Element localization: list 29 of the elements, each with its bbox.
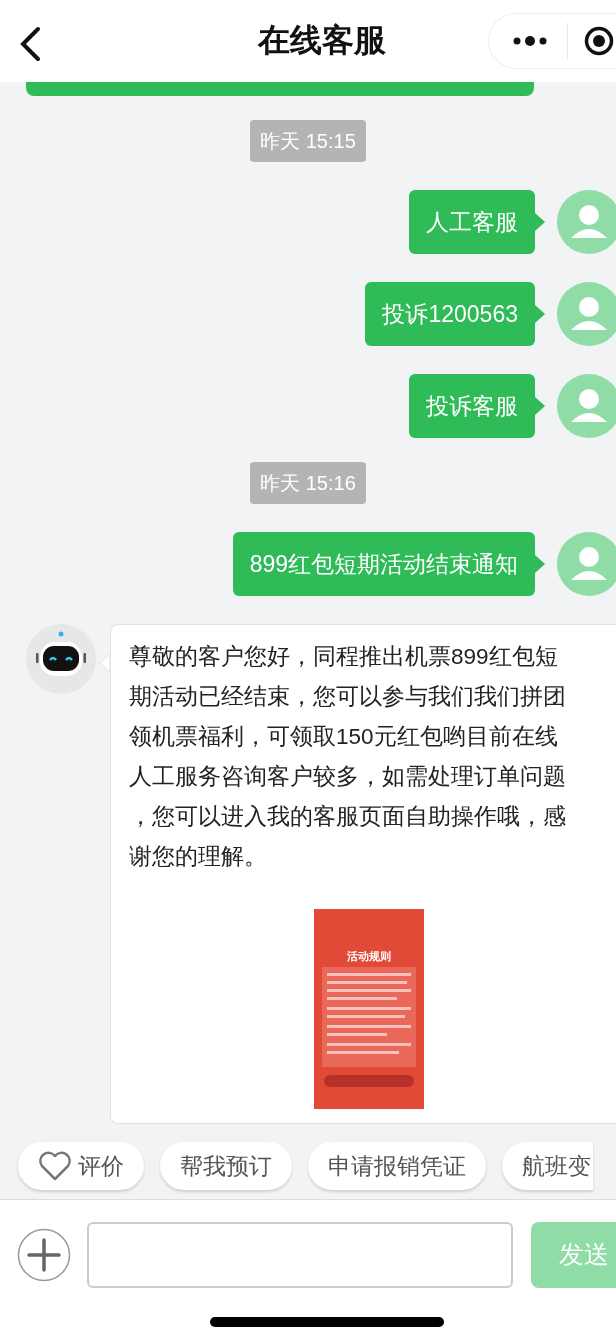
timestamp: 昨天 15:15 — [250, 120, 366, 162]
screenshot-thumbnail[interactable]: 活动规则 — [314, 891, 424, 1109]
message-bubble: 899红包短期活动结束通知 — [232, 532, 535, 596]
quick-reply-chip[interactable]: 申请报销凭证 — [308, 1142, 486, 1190]
heart-icon — [38, 1151, 72, 1181]
timestamp: 昨天 15:16 — [250, 462, 366, 504]
quick-reply-chip[interactable]: 帮我预订 — [160, 1142, 292, 1190]
avatar-icon — [557, 190, 616, 254]
bubble-tail — [535, 555, 545, 573]
more-icon[interactable] — [513, 36, 547, 46]
message-bubble: 投诉1200563 — [365, 282, 535, 346]
avatar-icon — [557, 282, 616, 346]
page-title: 在线客服 — [258, 21, 386, 60]
bubble-tail — [535, 213, 545, 231]
quick-reply-chip[interactable]: 航班变 — [502, 1142, 593, 1190]
target-icon[interactable] — [584, 26, 614, 56]
back-icon[interactable] — [18, 26, 42, 62]
plus-icon[interactable] — [17, 1228, 71, 1282]
robot-avatar-icon — [26, 624, 96, 694]
message-bubble: 投诉客服 — [409, 374, 535, 438]
bubble-tail — [535, 305, 545, 323]
message-input[interactable] — [87, 1222, 513, 1288]
message-text: 尊敬的客户您好，同程推出机票899红包短 期活动已经结束，您可以参与我们我们拼团 领机票福利，可领取150元红包哟目前在线 人工服务咨询客户较多，如需处理订单问题 ，您可以进入我的客服页面自助操作哦，感 谢您的理解。 — [129, 643, 566, 871]
quick-reply-chip[interactable]: 评价 — [18, 1142, 144, 1190]
avatar-icon — [557, 374, 616, 438]
avatar-icon — [557, 532, 616, 596]
bubble-tail — [535, 397, 545, 415]
rules-title: 活动规则 — [347, 949, 391, 963]
message-bubble: 人工客服 — [409, 190, 535, 254]
